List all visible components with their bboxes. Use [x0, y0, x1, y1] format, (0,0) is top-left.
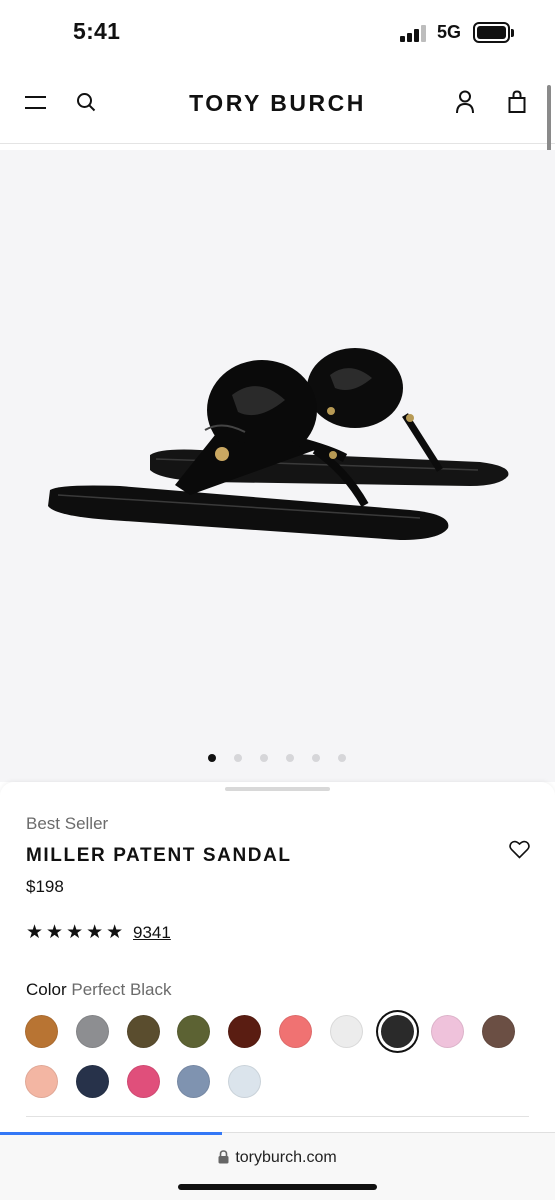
- gallery-dot[interactable]: [234, 754, 242, 762]
- color-swatch-brown[interactable]: [482, 1015, 516, 1048]
- shopping-bag-icon[interactable]: [508, 90, 526, 119]
- color-swatch-brown-leather[interactable]: [228, 1015, 262, 1048]
- product-image-gallery[interactable]: [0, 150, 555, 782]
- color-swatch-olive[interactable]: [177, 1015, 211, 1048]
- color-swatch-navy[interactable]: [75, 1065, 109, 1098]
- color-swatch-gold-multi[interactable]: [126, 1015, 160, 1048]
- color-swatch-gray[interactable]: [75, 1015, 109, 1048]
- color-swatch-white[interactable]: [329, 1015, 363, 1048]
- battery-icon: [473, 22, 510, 43]
- product-title: MILLER PATENT SANDAL: [26, 845, 292, 866]
- product-info-sheet: Best Seller MILLER PATENT SANDAL $198 ★★…: [0, 782, 555, 1132]
- gallery-dot[interactable]: [208, 754, 216, 762]
- selected-color-name: Perfect Black: [71, 980, 172, 999]
- url-text: toryburch.com: [235, 1149, 337, 1166]
- sheet-drag-handle[interactable]: [225, 787, 330, 791]
- color-swatch-pale-blue[interactable]: [228, 1065, 262, 1098]
- browser-address-bar: toryburch.com: [0, 1132, 555, 1200]
- page-load-progress: [0, 1132, 222, 1135]
- star-rating: ★★★★★: [26, 922, 127, 943]
- url-display[interactable]: toryburch.com: [0, 1149, 555, 1169]
- color-swatch-blush[interactable]: [25, 1065, 58, 1098]
- gallery-dot[interactable]: [338, 754, 346, 762]
- color-swatch-coral[interactable]: [279, 1015, 312, 1048]
- home-indicator[interactable]: [178, 1184, 377, 1190]
- heart-icon[interactable]: [509, 840, 530, 864]
- color-label: Color: [26, 980, 67, 999]
- status-bar: 5:41 5G: [0, 0, 555, 68]
- battery-cap: [511, 29, 514, 37]
- network-type: 5G: [437, 22, 462, 42]
- site-header: TORY BURCH: [0, 68, 555, 144]
- best-seller-badge: Best Seller: [26, 814, 109, 833]
- cellular-signal-icon: [400, 25, 428, 42]
- divider: [26, 1116, 529, 1117]
- color-swatch-blue-gray[interactable]: [177, 1065, 211, 1098]
- color-swatch-perfect-black[interactable]: [380, 1015, 414, 1048]
- color-swatch-pink[interactable]: [126, 1065, 160, 1098]
- gallery-dot[interactable]: [260, 754, 268, 762]
- status-time: 5:41: [73, 18, 121, 44]
- sandal-product-image: [48, 348, 509, 540]
- color-selector-label: Color Perfect Black: [26, 980, 172, 1000]
- color-swatch-tan[interactable]: [25, 1015, 58, 1048]
- review-count-link[interactable]: 9341: [133, 923, 171, 943]
- account-icon[interactable]: [455, 90, 475, 119]
- gallery-dot[interactable]: [286, 754, 294, 762]
- lock-icon: [218, 1150, 229, 1169]
- color-swatch-light-pink[interactable]: [431, 1015, 465, 1048]
- gallery-dot[interactable]: [312, 754, 320, 762]
- product-price: $198: [26, 877, 64, 896]
